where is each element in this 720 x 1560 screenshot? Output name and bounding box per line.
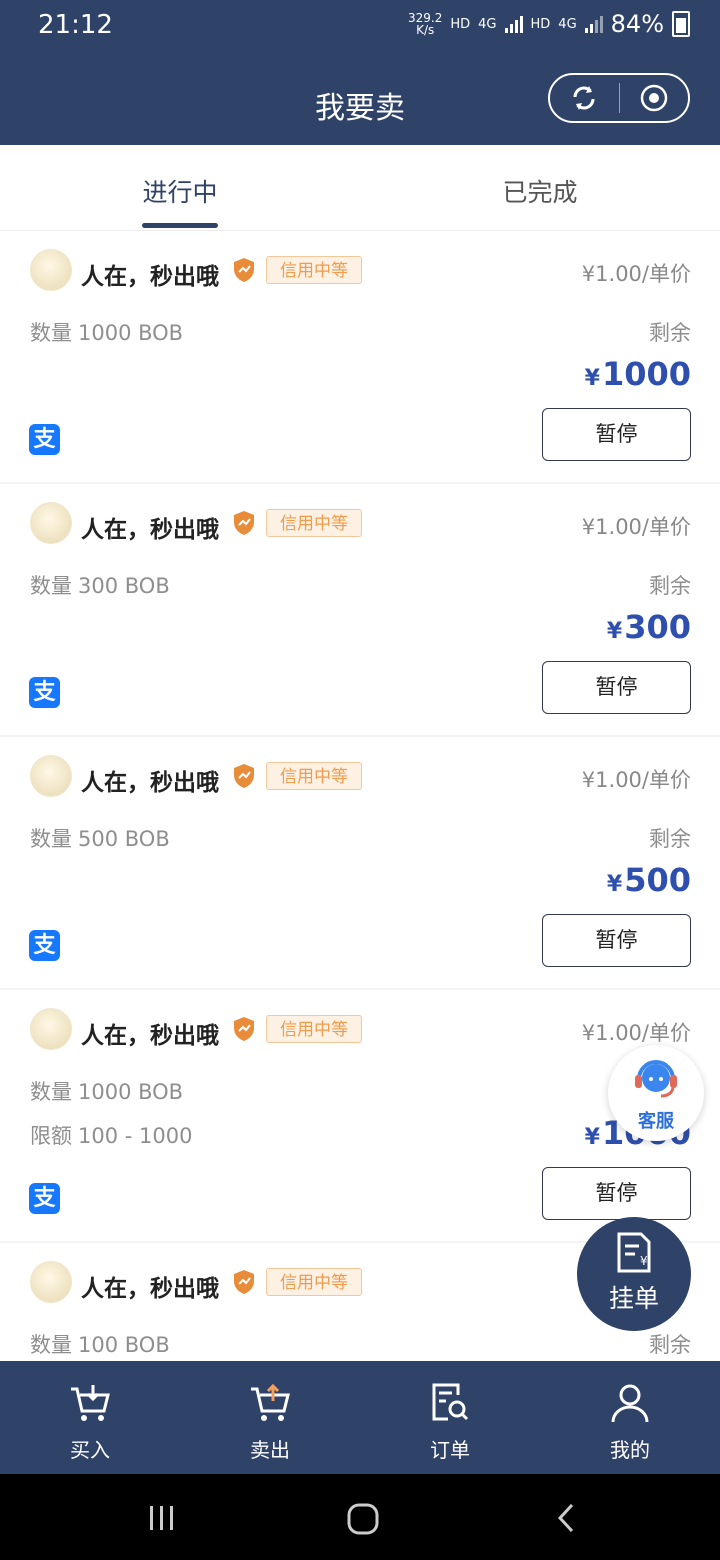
limit-range: 限额 100 - 1000 [30, 1124, 193, 1148]
remaining-label: 剩余 [649, 321, 691, 345]
order-search-icon [432, 1383, 469, 1421]
alipay-icon: 支 [29, 677, 60, 708]
nav-buy-label: 买入 [70, 1438, 110, 1462]
network-type-2: 4G [558, 16, 577, 32]
seller-name: 人在，秒出哦 [81, 1276, 219, 1302]
bottom-nav: 买入 卖出 订单 我的 [0, 1361, 720, 1474]
credit-badge: 信用中等 [266, 1268, 362, 1296]
credit-badge: 信用中等 [266, 256, 362, 284]
status-time: 21:12 [38, 10, 113, 40]
avatar [30, 1008, 72, 1050]
unit-price: ¥1.00/单价 [581, 1021, 691, 1045]
seller-name: 人在，秒出哦 [81, 1023, 219, 1049]
recent-apps-icon[interactable] [146, 1502, 178, 1534]
quantity: 数量 1000 BOB [30, 321, 184, 345]
header: 我要卖 [0, 55, 720, 145]
nav-buy[interactable]: 买入 [0, 1361, 180, 1474]
remaining-amount: ¥500 [606, 861, 691, 899]
cart-upload-icon [251, 1383, 290, 1421]
nav-orders-label: 订单 [430, 1438, 470, 1462]
refresh-icon [573, 86, 595, 110]
remaining-amount: ¥1000 [584, 355, 691, 393]
avatar [30, 502, 72, 544]
pause-button[interactable]: 暂停 [542, 1167, 691, 1220]
remaining-label: 剩余 [649, 574, 691, 598]
back-icon[interactable] [552, 1502, 580, 1534]
quantity: 数量 300 BOB [30, 574, 170, 598]
nav-me-label: 我的 [610, 1438, 650, 1462]
credit-badge: 信用中等 [266, 1015, 362, 1043]
home-icon[interactable] [346, 1502, 380, 1536]
verified-shield-icon [234, 764, 254, 788]
seller-name: 人在，秒出哦 [81, 770, 219, 796]
verified-shield-icon [234, 1270, 254, 1294]
headset-agent-icon [635, 1060, 677, 1098]
post-order-label: 挂单 [608, 1284, 659, 1313]
status-indicators: 329.2 K/s HD 4G HD 4G 84% [408, 10, 690, 38]
unit-price: ¥1.00/单价 [581, 262, 691, 286]
status-tabs: 进行中 已完成 [0, 145, 720, 231]
nav-orders[interactable]: 订单 [360, 1361, 540, 1474]
verified-shield-icon [234, 258, 254, 282]
verified-shield-icon [234, 1017, 254, 1041]
credit-badge: 信用中等 [266, 509, 362, 537]
refresh-button[interactable] [550, 75, 619, 121]
hd-indicator: HD [450, 16, 471, 32]
alipay-icon: 支 [29, 930, 60, 961]
avatar [30, 1261, 72, 1303]
signal-icon-2 [584, 15, 603, 33]
user-icon [611, 1384, 649, 1423]
listing-list: 人在，秒出哦 信用中等 ¥1.00/单价 数量 1000 BOB 剩余 ¥1000… [0, 231, 720, 1361]
avatar [30, 249, 72, 291]
list-item: 人在，秒出哦 信用中等 ¥1.00/单价 数量 1000 BOB 剩余 ¥1000… [0, 231, 720, 482]
hd-indicator-2: HD [530, 16, 551, 32]
quantity: 数量 100 BOB [30, 1333, 170, 1357]
signal-icon [504, 15, 523, 33]
battery-icon [672, 11, 690, 37]
unit-price: ¥1.00/单价 [581, 515, 691, 539]
battery-percent: 84% [610, 10, 664, 38]
list-item: 人在，秒出哦 信用中等 ¥1.00/单价 数量 500 BOB 剩余 ¥500 支… [0, 737, 720, 988]
post-order-button[interactable]: ¥ 挂单 [577, 1217, 691, 1331]
net-speed: 329.2 K/s [407, 11, 443, 37]
unit-price: ¥1.00/单价 [581, 768, 691, 792]
svg-text:¥: ¥ [640, 1254, 648, 1268]
pause-button[interactable]: 暂停 [542, 661, 691, 714]
record-icon [640, 84, 667, 112]
order-list-icon: ¥ [617, 1232, 651, 1273]
remaining-label: 剩余 [649, 827, 691, 851]
quantity: 数量 1000 BOB [30, 1080, 184, 1104]
tab-completed[interactable]: 已完成 [360, 173, 720, 209]
quantity: 数量 500 BOB [30, 827, 170, 851]
pause-button[interactable]: 暂停 [542, 914, 691, 967]
alipay-icon: 支 [29, 424, 60, 455]
customer-service-label: 客服 [638, 1111, 674, 1132]
close-miniprogram-button[interactable] [620, 75, 689, 121]
status-bar: 21:12 329.2 K/s HD 4G HD 4G 84% [0, 0, 720, 55]
customer-service-button[interactable]: 客服 [608, 1045, 704, 1141]
active-tab-indicator [142, 223, 218, 228]
mini-program-capsule [548, 73, 690, 123]
seller-name: 人在，秒出哦 [81, 517, 219, 543]
network-type: 4G [478, 16, 497, 32]
tab-in-progress[interactable]: 进行中 [0, 173, 360, 209]
avatar [30, 755, 72, 797]
cart-download-icon [71, 1385, 110, 1421]
remaining-label: 剩余 [649, 1333, 691, 1357]
system-navigation-bar [0, 1474, 720, 1560]
credit-badge: 信用中等 [266, 762, 362, 790]
seller-name: 人在，秒出哦 [81, 264, 219, 290]
nav-me[interactable]: 我的 [540, 1361, 720, 1474]
pause-button[interactable]: 暂停 [542, 408, 691, 461]
nav-sell-label: 卖出 [250, 1438, 290, 1462]
nav-sell[interactable]: 卖出 [180, 1361, 360, 1474]
remaining-amount: ¥300 [606, 608, 691, 646]
alipay-icon: 支 [29, 1183, 60, 1214]
list-item: 人在，秒出哦 信用中等 ¥1.00/单价 数量 300 BOB 剩余 ¥300 支… [0, 484, 720, 735]
verified-shield-icon [234, 511, 254, 535]
